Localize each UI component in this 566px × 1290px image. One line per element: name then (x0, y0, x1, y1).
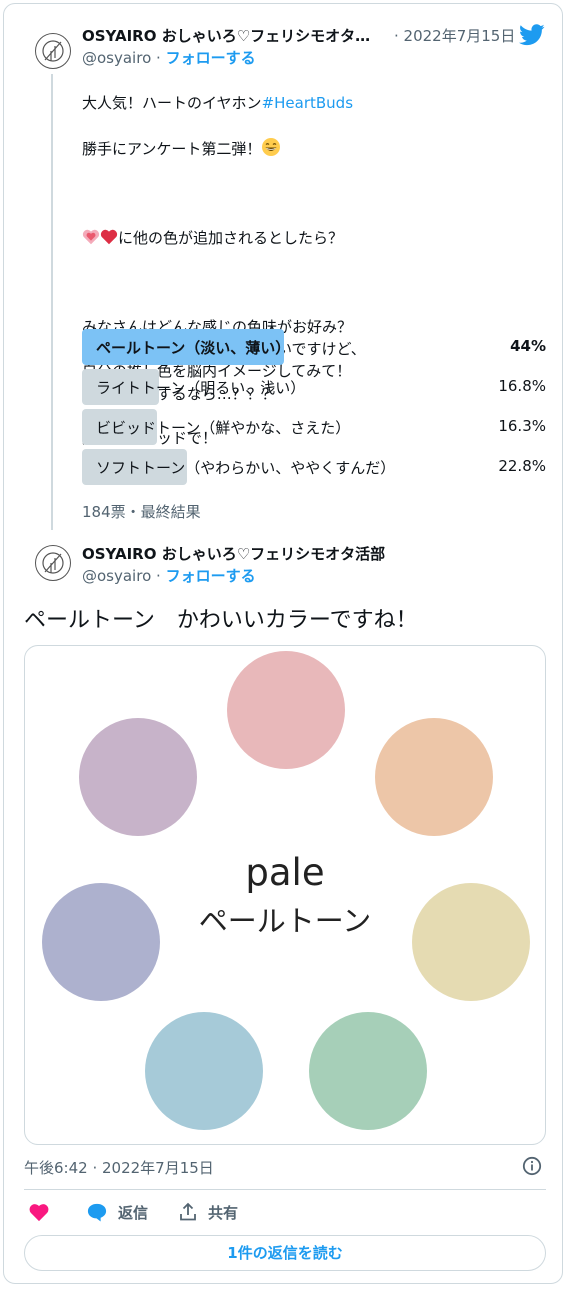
brand-logo-icon (42, 40, 64, 62)
poll-option: ビビッドトーン（鮮やかな、さえた） 16.3% (82, 409, 548, 445)
color-swatch (145, 1012, 263, 1130)
tweet-text-span: 大人気！ハートのイヤホン (82, 94, 262, 113)
heart-icon (29, 1204, 49, 1222)
poll-results-meta: 184票・最終結果 (82, 503, 201, 521)
grinning-face-icon (262, 137, 281, 156)
poll-option-label: ソフトトーン（やわらかい、ややくすんだ） (96, 459, 396, 477)
follow-button[interactable]: フォローする (166, 49, 256, 67)
author-name[interactable]: OSYAIRO おしゃいろ♡フェリシモオタ… (82, 25, 370, 46)
author-handle-text[interactable]: @osyairo (82, 567, 151, 585)
poll-option: ライトトーン（明るい、浅い） 16.8% (82, 369, 548, 405)
author-handle: @osyairo · フォローする (82, 567, 256, 585)
tweet-date[interactable]: · 2022年7月15日 (394, 25, 515, 46)
tweet-text-line: に他の色が追加されるとしたら？ (82, 227, 552, 249)
brand-logo-icon (42, 552, 64, 574)
tweet-text-span: 勝手にアンケート第二弾！ (82, 139, 262, 158)
color-swatch (309, 1012, 427, 1130)
tweet-text-line: 大人気！ハートのイヤホン#HeartBuds (82, 92, 552, 114)
thread-line (51, 74, 53, 530)
poll-option-percent: 16.3% (498, 417, 546, 435)
share-button[interactable]: 共有 (178, 1202, 238, 1223)
share-icon (180, 1202, 196, 1221)
twitter-bird-icon[interactable] (519, 24, 545, 46)
poll-option-percent: 22.8% (498, 457, 546, 475)
image-title: pale (245, 851, 325, 894)
author-handle: @osyairo · フォローする (82, 49, 256, 67)
poll-option-label: ビビッドトーン（鮮やかな、さえた） (96, 419, 351, 437)
author-handle-text[interactable]: @osyairo (82, 49, 151, 67)
poll-option-label: ペールトーン（淡い、薄い） (96, 339, 291, 357)
share-label[interactable]: 共有 (208, 1204, 238, 1222)
tweet-image[interactable]: pale ペールトーン (24, 645, 546, 1145)
poll-option: ペールトーン（淡い、薄い） 44% (82, 329, 548, 365)
red-heart-icon (100, 229, 118, 244)
tweet-date-text[interactable]: 2022年7月15日 (404, 27, 516, 45)
poll-option: ソフトトーン（やわらかい、ややくすんだ） 22.8% (82, 449, 548, 485)
color-swatch (79, 718, 197, 836)
tweet-timestamp[interactable]: 午後6:42 · 2022年7月15日 (24, 1157, 214, 1178)
poll-option-percent: 44% (510, 337, 546, 355)
poll-option-label: ライトトーン（明るい、浅い） (96, 379, 306, 397)
like-button[interactable] (28, 1202, 60, 1222)
tweet-text-span: に他の色が追加されるとしたら？ (118, 228, 344, 247)
color-swatch (227, 651, 345, 769)
tweet-text: ペールトーン かわいいカラーですね！ (24, 608, 418, 633)
avatar[interactable] (35, 33, 71, 69)
reply-label[interactable]: 返信 (118, 1204, 148, 1222)
reply-button[interactable]: 返信 (86, 1202, 148, 1223)
tweet-card: OSYAIRO おしゃいろ♡フェリシモオタ… · 2022年7月15日 @osy… (3, 3, 563, 1284)
author-name[interactable]: OSYAIRO おしゃいろ♡フェリシモオタ活部 (82, 543, 385, 564)
avatar[interactable] (35, 545, 71, 581)
hashtag-link[interactable]: #HeartBuds (262, 94, 353, 112)
divider (24, 1189, 546, 1190)
poll-option-percent: 16.8% (498, 377, 546, 395)
sparkling-heart-icon (82, 229, 100, 244)
tweet-text-line: 勝手にアンケート第二弾！ (82, 137, 552, 160)
color-swatch (375, 718, 493, 836)
follow-button[interactable]: フォローする (166, 567, 256, 585)
read-replies-button[interactable]: 1件の返信を読む (24, 1235, 546, 1271)
info-icon[interactable] (522, 1156, 542, 1176)
image-subtitle: ペールトーン (198, 904, 372, 938)
speech-bubble-icon (87, 1203, 107, 1222)
